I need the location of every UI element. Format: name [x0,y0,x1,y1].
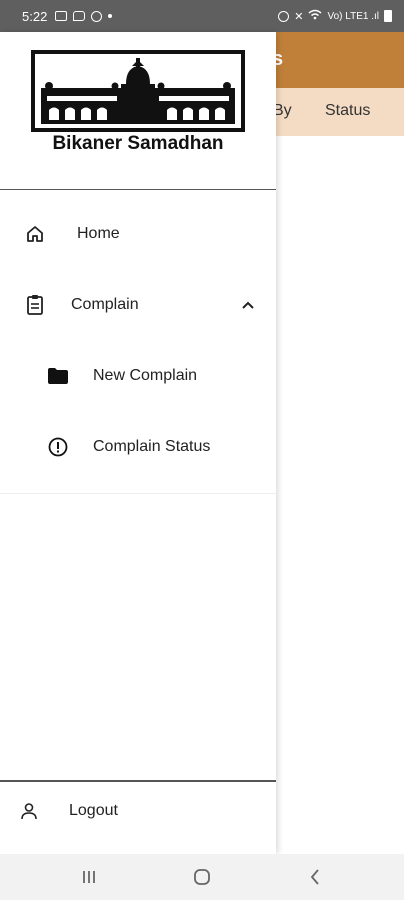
drawer-header: Bikaner Samadhan [0,32,276,190]
submenu-item-complain-status-label: Complain Status [93,438,211,455]
back-chevron-icon[interactable] [304,866,326,888]
signal-icon: Vo) LTE1 .ıl [327,10,379,22]
menu-item-home-label: Home [77,225,120,242]
menu-item-complain[interactable]: Complain [0,277,276,333]
folder-icon [47,365,69,387]
dot-icon [108,14,113,18]
footer-divider [0,780,276,782]
wifi-icon [308,9,322,23]
clipboard-icon [24,294,46,316]
home-circle-icon[interactable] [191,866,213,888]
status-right-icons: ✕ Vo) LTE1 .ıl [278,9,392,23]
chevron-up-icon[interactable] [238,295,258,315]
logout-label: Logout [69,802,118,819]
submenu-item-new-complain-label: New Complain [93,367,198,384]
app-title: Bikaner Samadhan [52,133,224,154]
menu-divider [0,493,276,494]
palace-logo-icon [41,58,235,124]
navigation-drawer: Bikaner Samadhan Home Complain New Compl… [0,32,276,854]
home-icon [24,223,46,245]
menu-item-complain-label: Complain [71,296,139,313]
header-col-status: Status [325,102,371,119]
menu-item-home[interactable]: Home [0,206,276,262]
submenu-item-new-complain[interactable]: New Complain [0,348,276,404]
info-circle-icon [47,436,69,458]
system-navigation-bar [0,854,404,900]
app-logo [31,50,245,132]
logout-button[interactable]: Logout [0,783,276,839]
status-left-icons [55,10,113,22]
image-icon [55,11,68,21]
recent-apps-icon[interactable] [78,866,100,888]
battery-icon [384,10,392,22]
circle-icon [91,10,103,22]
chat-icon [73,11,86,21]
mute-icon: ✕ [294,10,304,23]
status-bar: 5:22 ✕ Vo) LTE1 .ıl [0,0,404,32]
submenu-item-complain-status[interactable]: Complain Status [0,419,276,475]
status-time: 5:22 [22,8,48,24]
alarm-icon [278,10,290,22]
person-icon [18,800,40,822]
